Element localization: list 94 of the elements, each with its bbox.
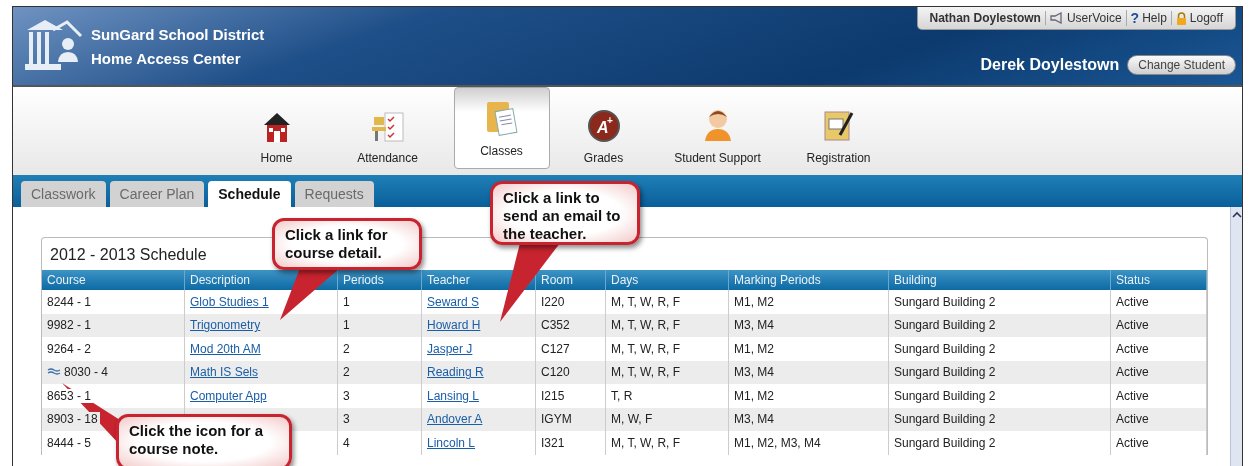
schedule-title: 2012 - 2013 Schedule — [50, 246, 207, 263]
table-cell: Sungard Building 2 — [894, 412, 996, 427]
scrollbar[interactable] — [1230, 207, 1242, 466]
question-mark-icon: ? — [1130, 10, 1140, 26]
teacher-email-link[interactable]: Seward S — [427, 294, 480, 309]
toolbar-link[interactable]: Help — [1142, 11, 1167, 25]
table-cell: I215 — [541, 388, 565, 403]
table-cell: Sungard Building 2 — [894, 388, 996, 403]
table-cell: 1 — [343, 318, 350, 333]
clipboard-pen-icon — [821, 109, 856, 143]
nav-item[interactable]: Attendance — [327, 97, 448, 175]
table-cell: 9264 - 2 — [47, 341, 94, 356]
table-cell: M1, M2 — [734, 341, 774, 356]
table-cell: 2 — [343, 365, 350, 380]
table-cell: M, T, W, R, F — [611, 294, 681, 309]
nav-item[interactable]: Student Support — [657, 97, 778, 175]
table-cell: M1, M2, M3, M4 — [734, 435, 821, 450]
teacher-email-link[interactable]: Lansing L — [427, 388, 480, 403]
district-name: SunGard School District — [91, 25, 265, 43]
scroll-up-icon[interactable] — [1231, 211, 1242, 219]
column-header: Days — [606, 270, 729, 290]
table-cell: Active — [1116, 341, 1149, 356]
product-name: Home Access Center — [91, 49, 242, 67]
nav-item[interactable]: Classes — [453, 87, 550, 169]
student-name: Derek Doylestown — [980, 56, 1120, 74]
table-cell: Sungard Building 2 — [894, 365, 996, 380]
teacher-email-link[interactable]: Lincoln L — [427, 435, 476, 450]
table-cell: 2 — [343, 341, 350, 356]
tab[interactable]: Requests — [294, 181, 374, 207]
callout: Click a link for course detail. — [272, 218, 422, 270]
table-cell: M, T, W, R, F — [611, 435, 681, 450]
table-cell: 4 — [343, 435, 350, 450]
user-name: Nathan Doylestown — [929, 11, 1041, 25]
table-cell: M, T, W, R, F — [611, 341, 681, 356]
table-cell: M1, M2 — [734, 388, 774, 403]
table-cell: I220 — [541, 294, 565, 309]
chair-checklist-icon — [370, 111, 405, 143]
column-header: Course — [42, 270, 185, 290]
table-cell: T, R — [611, 388, 633, 403]
column-header: Status — [1111, 270, 1207, 290]
tab[interactable]: Classwork — [21, 181, 106, 207]
table-cell: IGYM — [541, 412, 572, 427]
table-cell: 8903 - 18 — [47, 412, 100, 427]
note-icon[interactable] — [47, 368, 61, 377]
table-cell: Active — [1116, 365, 1149, 380]
nav-item[interactable]: Home — [231, 97, 322, 175]
nav-item[interactable]: A+ Grades — [555, 97, 652, 175]
table-cell: Sungard Building 2 — [894, 341, 996, 356]
folder-document-icon — [484, 100, 519, 136]
table-cell: Active — [1116, 294, 1149, 309]
teacher-email-link[interactable]: Jasper J — [427, 341, 473, 356]
table-cell: M, W, F — [611, 412, 653, 427]
table-cell: M, T, W, R, F — [611, 318, 681, 333]
toolbar-link[interactable]: Logoff — [1189, 11, 1223, 25]
course-link[interactable]: Glob Studies 1 — [190, 294, 269, 309]
table-cell: C120 — [541, 365, 570, 380]
megaphone-icon — [1049, 12, 1064, 24]
table-cell: C127 — [541, 341, 570, 356]
nav-item[interactable]: Registration — [783, 97, 894, 175]
table-cell: C352 — [541, 318, 570, 333]
callout-pointer — [280, 268, 340, 320]
column-header: Room — [536, 270, 606, 290]
callout: Click the icon for a course note. — [116, 414, 292, 466]
tab[interactable]: Schedule — [208, 181, 291, 207]
table-cell: Active — [1116, 412, 1149, 427]
table-cell: 8444 - 5 — [47, 435, 94, 450]
change-student-button[interactable]: Change Student — [1127, 55, 1236, 75]
table-cell: M, T, W, R, F — [611, 365, 681, 380]
table-cell: 1 — [343, 294, 350, 309]
table-cell: M3, M4 — [734, 412, 774, 427]
table-cell: 8244 - 1 — [47, 294, 94, 309]
table-cell: 3 — [343, 388, 350, 403]
callout: Click a link to send an email to the teacher. — [490, 181, 640, 245]
table-cell: I321 — [541, 435, 565, 450]
padlock-icon — [1175, 11, 1187, 25]
table-cell: Active — [1116, 435, 1149, 450]
column-header: Building — [889, 270, 1111, 290]
column-header: Marking Periods — [729, 270, 889, 290]
toolbar-link[interactable]: UserVoice — [1066, 11, 1122, 25]
table-cell: 3 — [343, 412, 350, 427]
table-cell: 8653 - 1 — [47, 388, 94, 403]
course-link[interactable]: Mod 20th AM — [190, 341, 261, 356]
course-link[interactable]: Computer App — [190, 388, 267, 403]
column-header: Periods — [338, 270, 422, 290]
table-cell: Sungard Building 2 — [894, 318, 996, 333]
table-cell: M3, M4 — [734, 318, 774, 333]
table-cell: Sungard Building 2 — [894, 294, 996, 309]
table-cell: Active — [1116, 388, 1149, 403]
table-cell: M1, M2 — [734, 294, 774, 309]
grade-badge-icon: A+ — [586, 109, 621, 143]
table-cell: M3, M4 — [734, 365, 774, 380]
table-cell: Active — [1116, 318, 1149, 333]
table-cell: Sungard Building 2 — [894, 435, 996, 450]
tab[interactable]: Career Plan — [109, 181, 205, 207]
